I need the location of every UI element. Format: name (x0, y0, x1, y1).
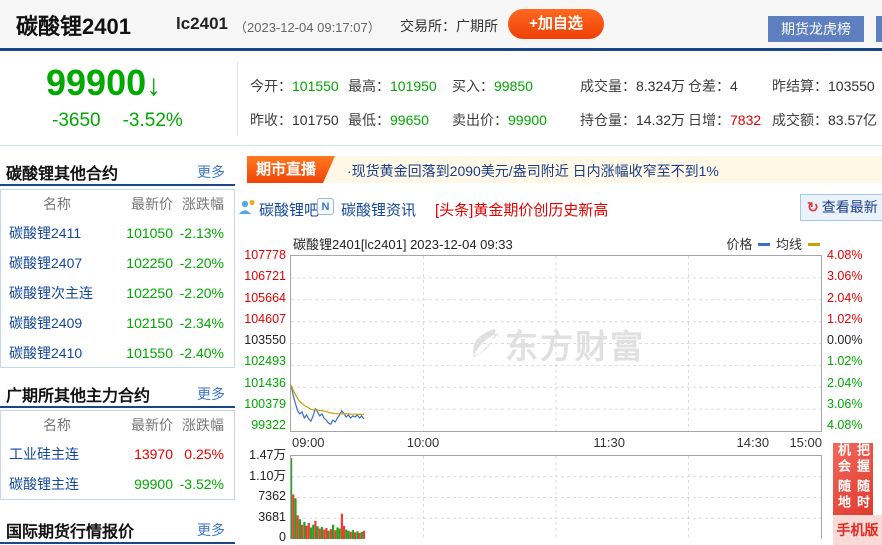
price-change: -3650 -3.52% (52, 110, 205, 132)
last-price: 99900↓ (46, 62, 161, 104)
contract-code: lc2401 (176, 14, 228, 33)
section-title: 国际期货行情报价 (6, 524, 135, 541)
stat-volume: 成交量：8.324万 (580, 78, 686, 94)
more-link[interactable]: 更多 (197, 162, 225, 182)
stat-ask: 卖出价：99900 (452, 112, 547, 128)
stat-open: 今开：101550 (250, 78, 339, 94)
last-price-value: 99900 (46, 62, 147, 103)
news-icon: N (317, 198, 334, 215)
stat-high: 最高：101950 (348, 78, 437, 94)
main-contracts-table: 名称 最新价 涨跌幅 工业硅主连 13970 0.25% 碳酸锂主连 99900… (0, 410, 235, 500)
add-watchlist-button[interactable]: +加自选 (508, 9, 604, 39)
volume-chart (290, 455, 822, 539)
other-contracts-table: 名称 最新价 涨跌幅 碳酸锂2411 101050 -2.13% 碳酸锂2407… (0, 189, 235, 368)
table-header: 名称 最新价 涨跌幅 (43, 417, 224, 433)
volume-axis: 1.47万 1.10万 7362 3681 0 (249, 448, 286, 544)
table-row[interactable]: 碳酸锂2407 102250 -2.20% (1, 248, 234, 278)
view-latest-button[interactable]: ↻ 查看最新 (800, 194, 882, 221)
forum-user-icon (238, 198, 256, 215)
stat-position-diff: 仓差：4 (688, 78, 738, 94)
change-value: -3650 (52, 110, 101, 131)
sidebar-section-main-contracts: 广期所其他主力合约 更多 (0, 378, 235, 408)
chart-title: 碳酸锂2401[lc2401] 2023-12-04 09:33 (293, 237, 513, 252)
ma-line-swatch (808, 243, 820, 247)
volume-bars-svg (291, 456, 821, 539)
divider (0, 145, 882, 146)
section-title: 广期所其他主力合约 (6, 388, 151, 405)
price-line-svg (291, 256, 821, 431)
sidebar-section-other-contracts: 碳酸锂其他合约 更多 (0, 156, 235, 186)
cut-off-button[interactable] (876, 16, 882, 42)
more-link[interactable]: 更多 (197, 520, 225, 540)
table-row[interactable]: 碳酸锂次主连 102250 -2.20% (1, 278, 234, 308)
tab-forum[interactable]: 碳酸锂吧 (259, 199, 319, 220)
stat-turnover: 成交额：83.57亿 (772, 112, 878, 128)
quote-timestamp: （2023-12-04 09:17:07） (234, 20, 381, 35)
sidebar-section-intl-futures: 国际期货行情报价 更多 (0, 514, 235, 544)
headline-link[interactable]: [头条]黄金期价创历史新高 (435, 199, 608, 220)
stat-prev-settle: 昨结算：103550 (772, 78, 875, 94)
table-header: 名称 最新价 涨跌幅 (43, 196, 224, 212)
exchange-label: 交易所：广期所 (400, 18, 498, 34)
mobile-app-ad[interactable]: 把握机会 随时随地 手机版 (833, 443, 882, 545)
page-title: 碳酸锂2401 (16, 14, 131, 39)
ticker-headline[interactable]: ·现货黄金回落到2090美元/盎司附近 日内涨幅收窄至不到1% (347, 161, 719, 181)
ad-mobile-version[interactable]: 手机版 (833, 515, 882, 545)
left-price-axis: 107778 106721 105664 104607 103550 102493 1014… (244, 248, 286, 432)
legend-ma-label: 均线 (775, 237, 802, 252)
table-row[interactable]: 碳酸锂2410 101550 -2.40% (1, 338, 234, 368)
table-row[interactable]: 碳酸锂2411 101050 -2.13% (1, 218, 234, 248)
time-axis: 09:00 10:00 11:30 14:30 15:00 (292, 435, 822, 450)
more-link[interactable]: 更多 (197, 384, 225, 404)
stat-daily-increase: 日增：7832 (688, 112, 762, 128)
live-badge[interactable]: 期市直播 (247, 156, 335, 183)
table-row[interactable]: 工业硅主连 13970 0.25% (1, 439, 234, 469)
tab-news[interactable]: 碳酸锂资讯 (341, 199, 416, 220)
live-ticker-bar: 期市直播 ·现货黄金回落到2090美元/盎司附近 日内涨幅收窄至不到1% (247, 156, 882, 183)
down-arrow-icon: ↓ (146, 69, 162, 102)
table-row[interactable]: 碳酸锂主连 99900 -3.52% (1, 469, 234, 499)
table-row[interactable]: 碳酸锂2409 102150 -2.34% (1, 308, 234, 338)
divider (237, 62, 238, 136)
right-percent-axis: 4.08% 3.06% 2.04% 1.02% 0.00% 1.02% 2.04% 3.06%… (827, 248, 863, 432)
price-chart: 东方财富 (290, 255, 822, 432)
chart-legend: 价格 均线 (610, 234, 822, 253)
quote-header: 碳酸锂2401 lc2401 （2023-12-04 09:17:07） 交易所… (0, 0, 882, 51)
stat-open-interest: 持仓量：14.32万 (580, 112, 686, 128)
change-percent: -3.52% (122, 110, 183, 131)
price-line-swatch (758, 243, 771, 247)
refresh-icon: ↻ (807, 199, 819, 215)
section-title: 碳酸锂其他合约 (6, 166, 119, 183)
ad-slogan[interactable]: 把握机会 随时随地 (833, 443, 873, 515)
futures-quote-page: 碳酸锂2401 lc2401 （2023-12-04 09:17:07） 交易所… (0, 0, 882, 545)
longhu-ranking-button[interactable]: 期货龙虎榜 (768, 16, 864, 42)
stat-prev-close: 昨收：101750 (250, 112, 339, 128)
stat-bid: 买入：99850 (452, 78, 533, 94)
stat-low: 最低：99650 (348, 112, 429, 128)
legend-price-label: 价格 (726, 237, 753, 252)
